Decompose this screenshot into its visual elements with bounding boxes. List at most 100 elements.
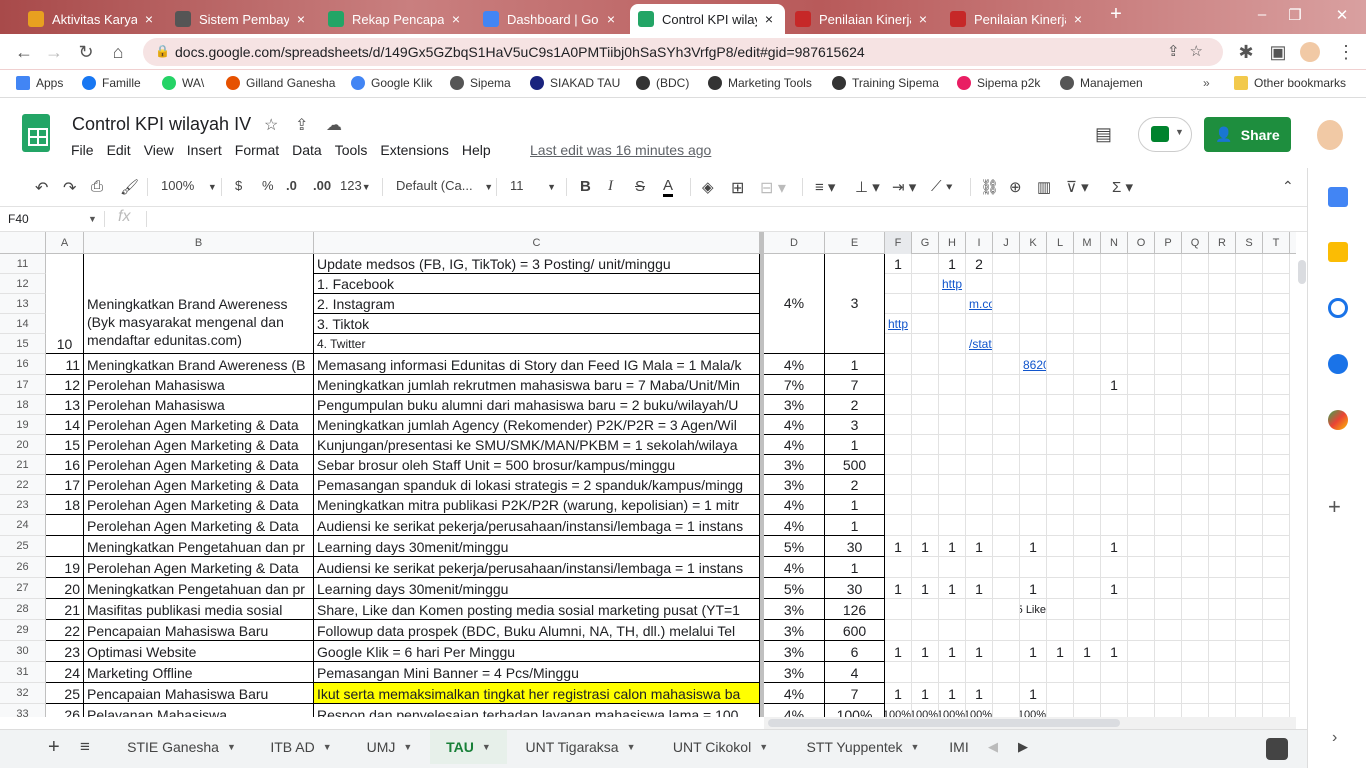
- cell-link[interactable]: http: [939, 274, 966, 294]
- cell[interactable]: [1182, 254, 1209, 274]
- cell[interactable]: [1101, 495, 1128, 515]
- cell[interactable]: [966, 455, 993, 475]
- cell[interactable]: [1209, 254, 1236, 274]
- kpi-target[interactable]: 6: [825, 641, 885, 662]
- cell[interactable]: [1101, 274, 1128, 294]
- cell[interactable]: [1182, 620, 1209, 641]
- cell[interactable]: [912, 599, 939, 620]
- bold-icon[interactable]: B: [580, 178, 591, 195]
- cell[interactable]: [1101, 254, 1128, 274]
- kpi-weight[interactable]: 3%: [764, 395, 825, 415]
- cell[interactable]: [966, 314, 993, 334]
- cell[interactable]: [1236, 536, 1263, 557]
- cell[interactable]: [966, 274, 993, 294]
- scroll-right-icon[interactable]: ▶: [1018, 739, 1028, 755]
- horizontal-align-icon[interactable]: ≡ ▾: [815, 178, 835, 196]
- cell[interactable]: [966, 662, 993, 683]
- sheet-tab[interactable]: IMI: [939, 730, 979, 764]
- cell[interactable]: [1182, 641, 1209, 662]
- kpi-indicator[interactable]: Followup data prospek (BDC, Buku Alumni,…: [314, 620, 760, 641]
- cell[interactable]: [993, 334, 1020, 354]
- kpi-target[interactable]: 500: [825, 455, 885, 475]
- scroll-thumb[interactable]: [768, 719, 1120, 727]
- row-header[interactable]: 11: [0, 254, 46, 274]
- scroll-thumb[interactable]: [1298, 260, 1306, 284]
- cell[interactable]: [1101, 395, 1128, 415]
- cell[interactable]: [885, 274, 912, 294]
- tasks-icon[interactable]: [1328, 298, 1348, 318]
- kpi-objective[interactable]: Marketing Offline: [84, 662, 314, 683]
- cell-link[interactable]: 86209: [1020, 354, 1047, 375]
- cell-value[interactable]: 5 Like: [1020, 599, 1047, 620]
- close-tab-icon[interactable]: ×: [603, 11, 619, 27]
- browser-tab[interactable]: Sistem Pembayar×: [167, 4, 317, 34]
- cell-value[interactable]: 2: [966, 254, 993, 274]
- column-header-m[interactable]: M: [1074, 232, 1101, 254]
- close-tab-icon[interactable]: ×: [293, 11, 309, 27]
- cell[interactable]: [1182, 455, 1209, 475]
- kpi-weight[interactable]: 4%: [764, 415, 825, 435]
- row-header[interactable]: 17: [0, 375, 46, 395]
- cell[interactable]: [1155, 662, 1182, 683]
- cell-link[interactable]: http: [885, 314, 912, 334]
- cell[interactable]: [1263, 395, 1290, 415]
- cell[interactable]: [1047, 334, 1074, 354]
- kpi-target[interactable]: 600: [825, 620, 885, 641]
- cell[interactable]: [1047, 375, 1074, 395]
- cell[interactable]: [1020, 662, 1047, 683]
- decrease-decimal-button[interactable]: .0: [286, 178, 297, 193]
- cell[interactable]: [1074, 578, 1101, 599]
- cell[interactable]: [1020, 495, 1047, 515]
- cell[interactable]: [912, 395, 939, 415]
- kpi-number[interactable]: 26: [46, 704, 84, 717]
- browser-tab[interactable]: Dashboard | Goo ×: [475, 4, 627, 34]
- sheet-tab[interactable]: STIE Ganesha ▼: [110, 730, 253, 764]
- cell[interactable]: [1047, 354, 1074, 375]
- cell[interactable]: [993, 354, 1020, 375]
- kpi-number[interactable]: 21: [46, 599, 84, 620]
- cell[interactable]: [966, 395, 993, 415]
- cell[interactable]: [1209, 455, 1236, 475]
- cell-value[interactable]: 1: [1020, 578, 1047, 599]
- cell[interactable]: [1155, 578, 1182, 599]
- kpi-target[interactable]: 30: [825, 536, 885, 557]
- cell-value[interactable]: 1: [1074, 641, 1101, 662]
- cell[interactable]: [885, 455, 912, 475]
- kpi-indicator[interactable]: Google Klik = 6 hari Per Minggu: [314, 641, 760, 662]
- menu-insert[interactable]: Insert: [187, 142, 222, 158]
- zoom-select[interactable]: 100% ▼: [161, 178, 217, 193]
- cell-value[interactable]: 1: [1020, 536, 1047, 557]
- cell[interactable]: [885, 620, 912, 641]
- cell[interactable]: [1074, 557, 1101, 578]
- cell[interactable]: [1263, 578, 1290, 599]
- row-header[interactable]: 29: [0, 620, 46, 641]
- cell[interactable]: [1263, 704, 1290, 717]
- strikethrough-icon[interactable]: S: [635, 178, 645, 195]
- column-header-s[interactable]: S: [1236, 232, 1263, 254]
- row-header[interactable]: 19: [0, 415, 46, 435]
- cell[interactable]: [1263, 683, 1290, 704]
- row-header[interactable]: 21: [0, 455, 46, 475]
- row-header[interactable]: 27: [0, 578, 46, 599]
- cell[interactable]: [1236, 294, 1263, 314]
- cell[interactable]: [1128, 334, 1155, 354]
- cell[interactable]: [939, 314, 966, 334]
- kpi-indicator[interactable]: Audiensi ke serikat pekerja/perusahaan/i…: [314, 557, 760, 578]
- insert-link-icon[interactable]: ⛓: [980, 178, 999, 196]
- kpi-indicator[interactable]: 4. Twitter: [314, 334, 760, 354]
- cell[interactable]: [1155, 620, 1182, 641]
- cell[interactable]: [1263, 620, 1290, 641]
- insert-chart-icon[interactable]: ▥: [1037, 178, 1051, 196]
- cell[interactable]: [1209, 557, 1236, 578]
- cell[interactable]: [993, 294, 1020, 314]
- cell[interactable]: [1074, 599, 1101, 620]
- kpi-objective[interactable]: Meningkatkan Pengetahuan dan pr: [84, 578, 314, 599]
- kpi-indicator[interactable]: 1. Facebook: [314, 274, 760, 294]
- cell-value[interactable]: 100%: [885, 704, 912, 717]
- vertical-align-icon[interactable]: ⊥ ▾: [855, 178, 880, 196]
- menu-format[interactable]: Format: [235, 142, 279, 158]
- cell[interactable]: [1155, 599, 1182, 620]
- cell[interactable]: [1155, 536, 1182, 557]
- cloud-status-icon[interactable]: ☁: [326, 115, 342, 135]
- cell[interactable]: [1047, 515, 1074, 536]
